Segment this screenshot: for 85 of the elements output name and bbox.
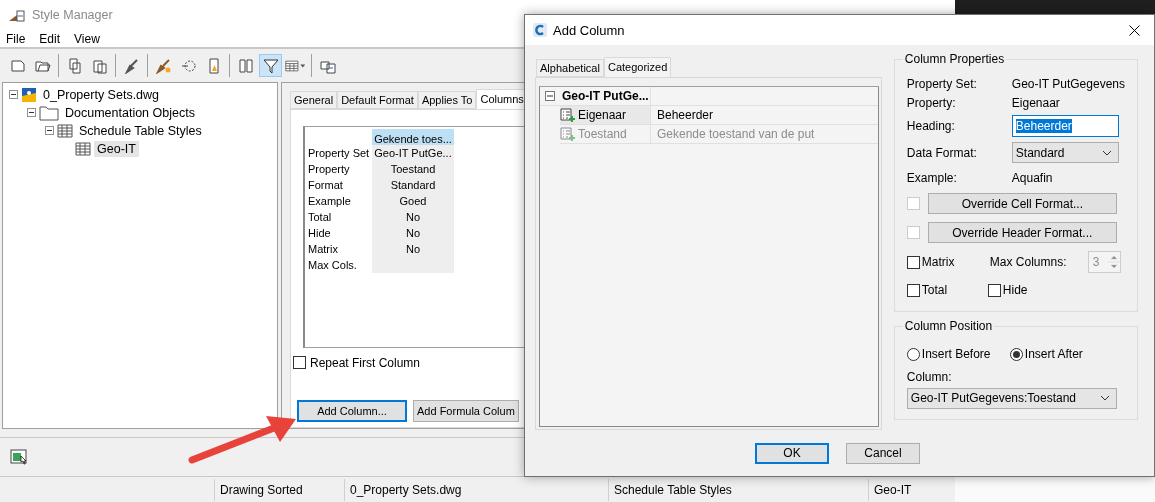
chevron-icon: [1101, 149, 1112, 156]
row-label: Property: [308, 161, 351, 177]
tree-item[interactable]: 0_Property Sets.dwg: [40, 86, 163, 103]
checkbox[interactable]: [906, 255, 920, 269]
app-logo-icon: [533, 23, 547, 37]
field-value: Eigenaar: [1011, 95, 1060, 110]
radio-label: Insert After: [1024, 347, 1083, 361]
collapse-toggle[interactable]: [9, 90, 18, 100]
field-label: Data Format:: [906, 145, 978, 160]
group-title: Column Properties: [902, 52, 1007, 66]
row-label: Max Cols.: [308, 257, 358, 273]
data-format-dropdown[interactable]: Standard: [1011, 142, 1119, 163]
checkbox-label: Hide: [1002, 283, 1028, 297]
checkbox[interactable]: [293, 356, 306, 370]
radio-label: Insert Before: [921, 347, 992, 361]
radio-button[interactable]: [906, 347, 920, 361]
checkbox-label: Matrix: [921, 255, 956, 269]
field-value: Aquafin: [1011, 170, 1053, 185]
group-title: Column Position: [902, 319, 995, 333]
field-label: Column:: [906, 370, 953, 384]
menu-item[interactable]: View: [74, 31, 100, 46]
property-value: Gekende toestand van de put: [656, 127, 815, 141]
row-label: Total: [308, 209, 333, 225]
row-label: Property Set: [308, 145, 371, 161]
collapse-toggle[interactable]: [45, 126, 54, 136]
add-button[interactable]: Add Column...: [297, 399, 407, 422]
checkbox[interactable]: [987, 283, 1001, 297]
collapse-toggle[interactable]: [545, 91, 555, 101]
checkbox-label: Total: [921, 283, 949, 297]
field-label: Property:: [906, 95, 957, 110]
tab[interactable]: General: [290, 90, 338, 109]
dialog-button[interactable]: OK: [755, 442, 829, 464]
field-label: Property Set:: [906, 76, 978, 91]
field-value: Geo-IT PutGegevens: [1011, 76, 1125, 91]
property-value: Beheerder: [656, 108, 714, 122]
table-icon: [75, 140, 91, 157]
field-label: Max Columns:: [989, 255, 1068, 269]
tree-item[interactable]: Documentation Objects: [62, 104, 198, 121]
paste-icon: [91, 57, 108, 74]
drawing-file-icon: [21, 86, 37, 103]
tree-item[interactable]: Schedule Table Styles: [76, 122, 205, 139]
add-button[interactable]: Add Formula Colum: [413, 399, 519, 422]
checkbox[interactable]: [906, 283, 920, 297]
new-file-icon: [9, 57, 26, 74]
collapse-toggle[interactable]: [27, 108, 36, 118]
brush-icon: [123, 57, 140, 74]
selection-icon: [180, 57, 197, 74]
window-title: Style Manager: [32, 8, 113, 23]
copy-icon: [66, 57, 83, 74]
status-text: Schedule Table Styles: [608, 478, 868, 501]
chevron-icon: [1099, 395, 1110, 401]
app-icon: [8, 7, 26, 24]
list-add-icon: [560, 126, 575, 142]
row-label: Hide: [308, 225, 332, 241]
row-label: Example: [308, 193, 352, 209]
filter-icon: [262, 57, 279, 74]
close-icon: [1128, 24, 1140, 36]
status-text: Drawing Sorted: [214, 478, 344, 501]
list-add-icon: [560, 107, 575, 123]
category-label: Geo-IT PutGe...: [560, 86, 651, 106]
menu-item[interactable]: File: [6, 31, 26, 46]
swap-icon: [237, 57, 254, 74]
radio-button[interactable]: [1009, 347, 1023, 361]
dialog-title: Add Column: [553, 22, 626, 38]
brush-icon: [155, 57, 172, 74]
column-dropdown[interactable]: Geo-IT PutGegevens:Toestand: [906, 387, 1117, 409]
tree-item[interactable]: Geo-IT: [94, 140, 139, 157]
menu-item[interactable]: Edit: [39, 31, 61, 46]
toolbar-button[interactable]: [259, 54, 282, 78]
tab[interactable]: Alphabetical: [536, 59, 604, 77]
tab[interactable]: Categorized: [603, 57, 672, 77]
field-label: Example:: [906, 170, 958, 185]
field-label: Heading:: [906, 118, 956, 133]
tab[interactable]: Applies To: [417, 90, 477, 109]
status-text: Geo-IT: [868, 478, 953, 501]
row-label: Matrix: [308, 241, 339, 257]
checkbox-label: Repeat First Column: [310, 355, 421, 370]
heading-field[interactable]: Beheerder: [1011, 114, 1119, 137]
table-icon: [57, 122, 73, 139]
status-text: 0_Property Sets.dwg: [344, 478, 558, 501]
folder-icon: [39, 104, 59, 121]
tab[interactable]: Default Format: [337, 90, 418, 109]
dialog-button[interactable]: Cancel: [846, 442, 920, 464]
row-label: Format: [308, 177, 344, 193]
window-cursor-icon[interactable]: [10, 448, 28, 467]
